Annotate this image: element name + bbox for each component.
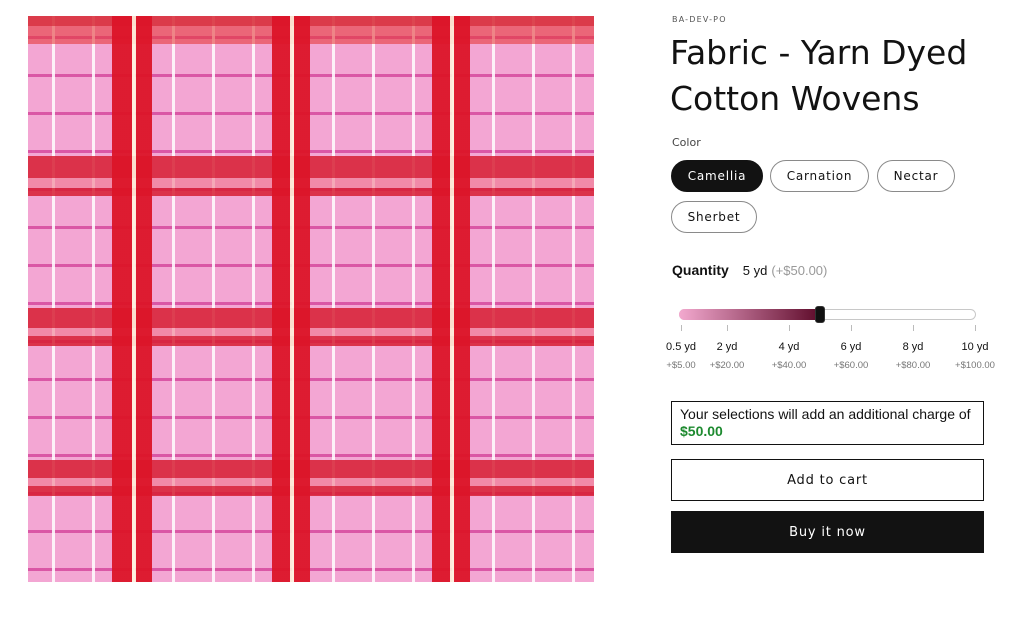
slider-tick-price: +$60.00 — [833, 360, 869, 371]
quantity-slider-thumb[interactable] — [815, 306, 825, 323]
slider-tick — [913, 325, 914, 331]
slider-tick-price: +$100.00 — [955, 360, 995, 371]
product-image[interactable] — [28, 16, 594, 582]
slider-tick — [727, 325, 728, 331]
additional-charge-amount: $50.00 — [680, 423, 723, 439]
color-option-sherbet[interactable]: Sherbet — [671, 201, 757, 233]
slider-tick-label: 4 yd — [778, 341, 800, 353]
additional-charge-text: Your selections will add an additional c… — [680, 406, 971, 422]
slider-tick-label: 8 yd — [902, 341, 924, 353]
slider-tick-label: 2 yd — [716, 341, 738, 353]
buy-now-button[interactable]: Buy it now — [671, 511, 984, 553]
quantity-price-delta: (+$50.00) — [771, 263, 828, 278]
slider-tick-label: 6 yd — [840, 341, 862, 353]
slider-tick-price: +$80.00 — [895, 360, 931, 371]
color-option-nectar[interactable]: Nectar — [877, 160, 955, 192]
product-vendor: BA-DEV-PO — [672, 15, 727, 24]
slider-tick — [975, 325, 976, 331]
slider-tick-price: +$40.00 — [771, 360, 807, 371]
color-option-camellia[interactable]: Camellia — [671, 160, 763, 192]
add-to-cart-button[interactable]: Add to cart — [671, 459, 984, 501]
color-option-carnation[interactable]: Carnation — [770, 160, 869, 192]
quantity-label: Quantity — [672, 262, 729, 278]
product-title: Fabric - Yarn Dyed Cotton Wovens — [670, 33, 968, 118]
slider-tick-price: +$20.00 — [709, 360, 745, 371]
quantity-value: 5 yd — [742, 263, 768, 278]
additional-charge-notice: Your selections will add an additional c… — [671, 401, 984, 445]
slider-tick — [681, 325, 682, 331]
quantity-slider-fill — [679, 309, 820, 320]
color-label: Color — [672, 136, 701, 149]
quantity-row: Quantity 5 yd (+$50.00) — [672, 262, 827, 278]
slider-tick-label: 10 yd — [961, 341, 989, 353]
slider-tick — [851, 325, 852, 331]
slider-tick — [789, 325, 790, 331]
